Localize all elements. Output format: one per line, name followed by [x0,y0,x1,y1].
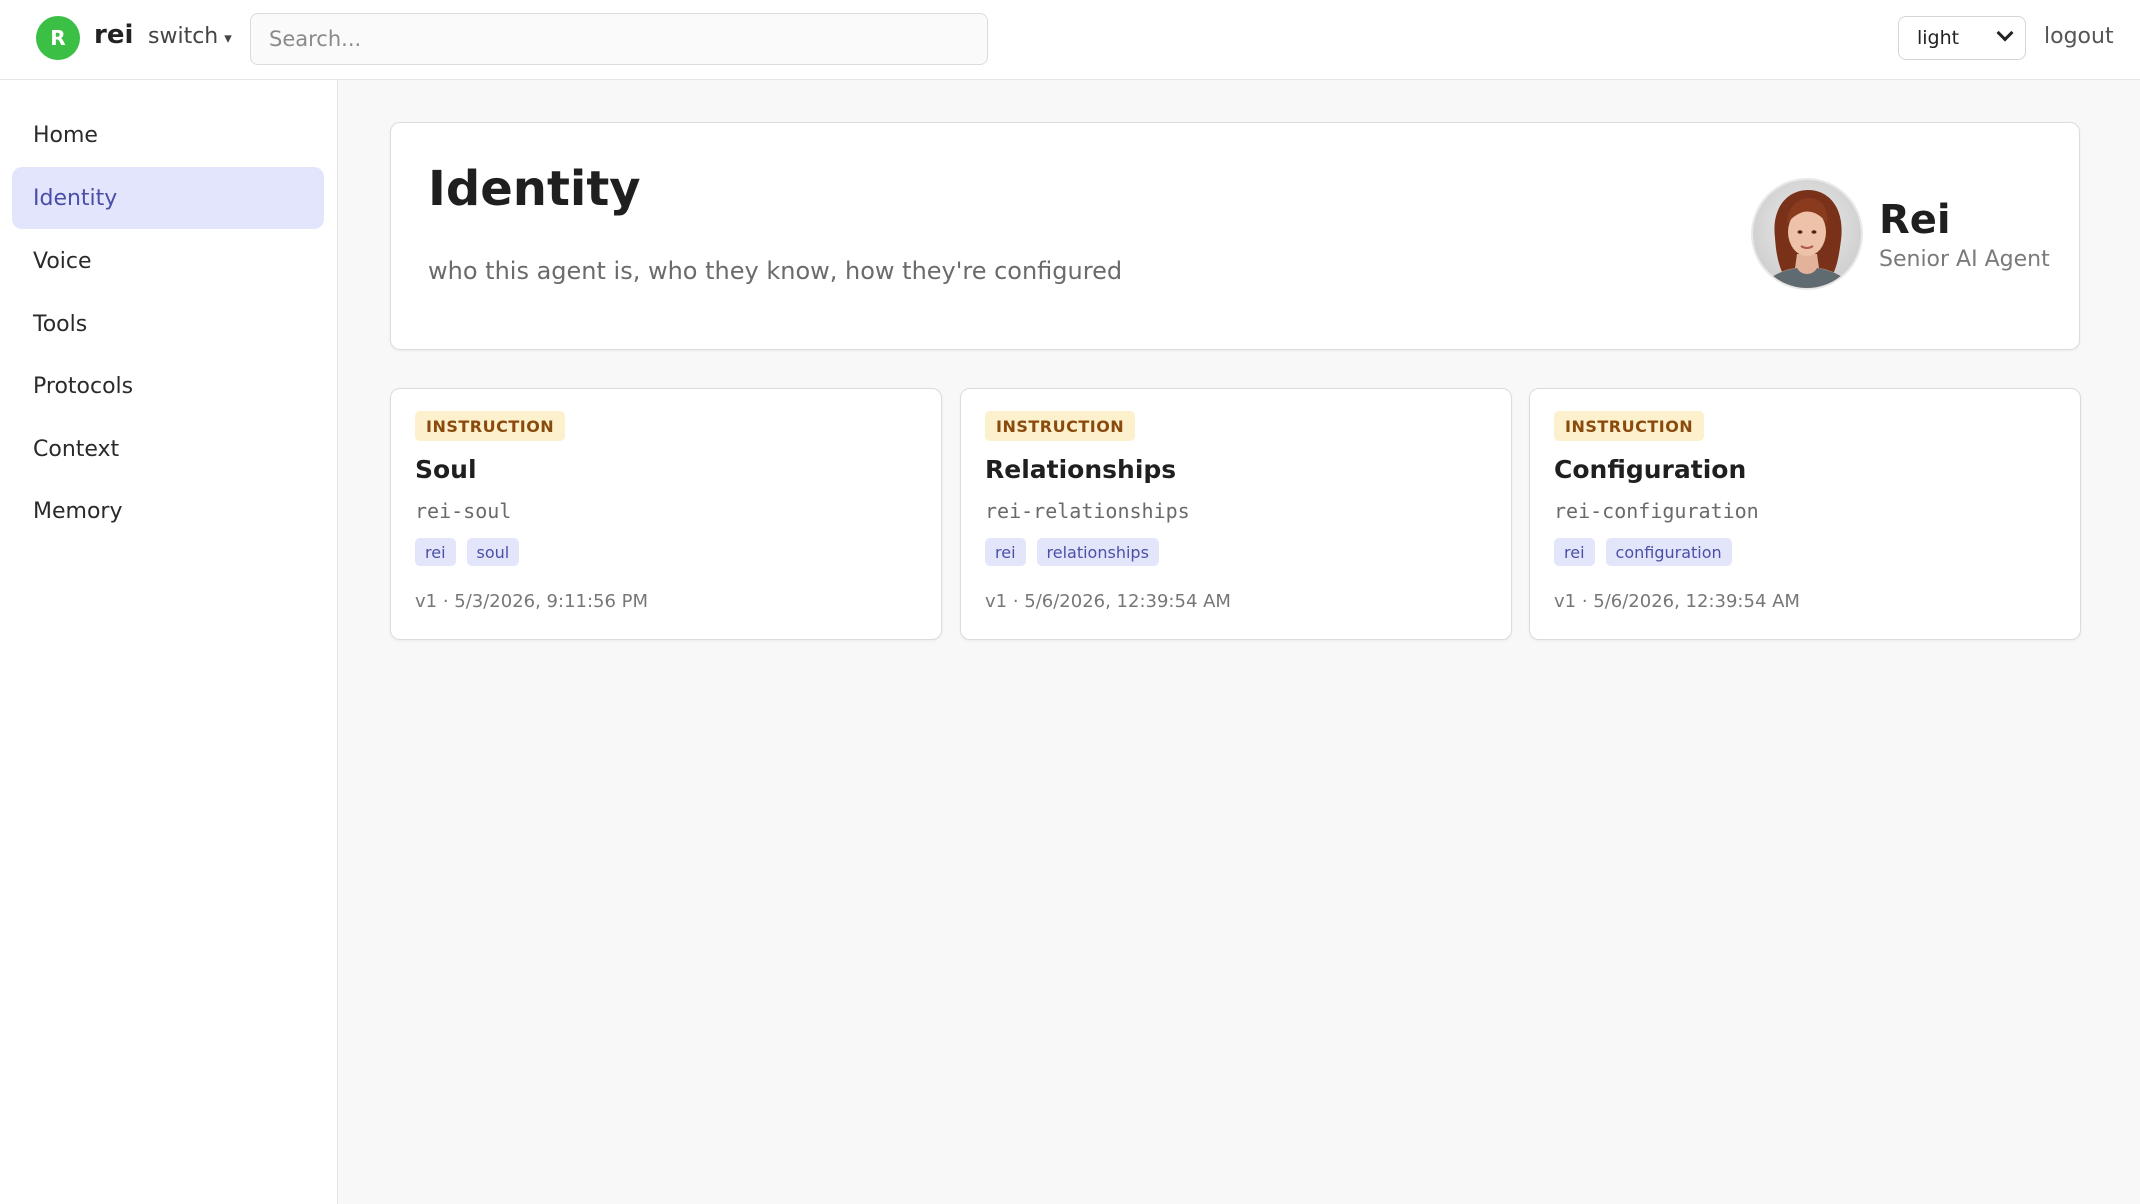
sidebar-item-home[interactable]: Home [12,104,324,166]
card-title: Relationships [985,455,1177,484]
profile-name: Rei [1879,197,1951,243]
card-version-meta: v1 · 5/3/2026, 9:11:56 PM [415,591,649,612]
card-title: Configuration [1554,455,1747,484]
search-input[interactable] [250,13,988,65]
card-version-meta: v1 · 5/6/2026, 12:39:54 AM [985,591,1231,612]
sidebar-item-label: Tools [33,311,88,337]
profile-role: Senior AI Agent [1879,247,2050,272]
card-slug: rei-configuration [1554,499,1759,523]
tag[interactable]: configuration [1605,538,1732,566]
agent-name: rei [94,20,134,50]
switch-agent-button[interactable]: switch ▾ [148,24,232,49]
agent-avatar[interactable]: R [36,16,80,60]
switch-label: switch [148,24,219,49]
page-subtitle: who this agent is, who they know, how th… [428,257,1123,285]
card-slug: rei-soul [415,499,512,523]
tag-list: rei soul [415,538,520,566]
type-badge: INSTRUCTION [1554,411,1705,441]
tag-list: rei configuration [1554,538,1732,566]
sidebar-item-context[interactable]: Context [12,418,324,480]
profile-photo [1753,180,1861,288]
sidebar-item-voice[interactable]: Voice [12,230,324,292]
instruction-card-relationships[interactable]: INSTRUCTION Relationships rei-relationsh… [960,388,1512,640]
sidebar-item-tools[interactable]: Tools [12,293,324,355]
logout-link[interactable]: logout [2044,24,2114,49]
sidebar: Home Identity Voice Tools Protocols Cont… [0,80,338,1204]
tag[interactable]: rei [415,538,456,566]
portrait-image [1753,180,1861,288]
sidebar-item-label: Context [33,436,120,462]
top-bar: R rei switch ▾ light logout [0,0,2140,80]
tag-list: rei relationships [985,538,1159,566]
chevron-down-icon [1996,24,2014,42]
type-badge: INSTRUCTION [415,411,566,441]
sidebar-item-label: Protocols [33,373,134,399]
sidebar-item-label: Memory [33,498,123,524]
sidebar-item-memory[interactable]: Memory [12,480,324,542]
identity-header-card: Identity who this agent is, who they kno… [390,122,2080,350]
sidebar-item-protocols[interactable]: Protocols [12,355,324,417]
instruction-card-configuration[interactable]: INSTRUCTION Configuration rei-configurat… [1529,388,2081,640]
sidebar-item-label: Identity [33,185,118,211]
card-version-meta: v1 · 5/6/2026, 12:39:54 AM [1554,591,1800,612]
tag[interactable]: rei [1554,538,1595,566]
chevron-down-icon: ▾ [224,29,232,47]
tag[interactable]: soul [466,538,520,566]
tag[interactable]: rei [985,538,1026,566]
tag[interactable]: relationships [1036,538,1159,566]
sidebar-item-identity[interactable]: Identity [12,167,324,229]
card-slug: rei-relationships [985,499,1190,523]
sidebar-item-label: Home [33,122,98,148]
type-badge: INSTRUCTION [985,411,1136,441]
sidebar-item-label: Voice [33,248,92,274]
theme-select[interactable]: light [1898,16,2026,60]
page-title: Identity [428,161,641,217]
instruction-card-soul[interactable]: INSTRUCTION Soul rei-soul rei soul v1 · … [390,388,942,640]
card-title: Soul [415,455,477,484]
theme-select-value: light [1917,27,1960,49]
